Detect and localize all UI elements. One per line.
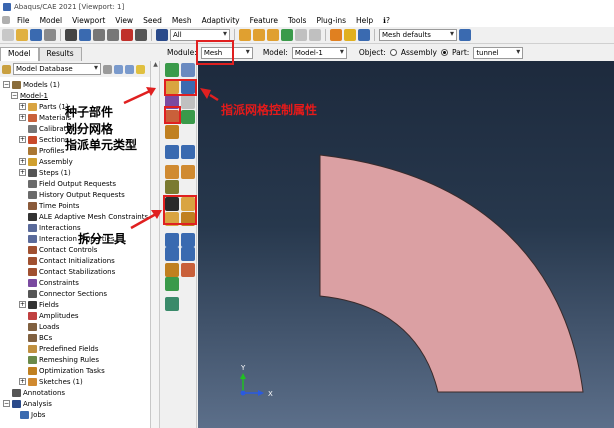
seed-part-annotation: 种子部件 [65, 105, 114, 119]
partition-arrow [130, 212, 157, 230]
seed-arrow [123, 89, 151, 105]
mesh-controls-annotation: 指派网格控制属性 [221, 103, 318, 117]
assign-element-annotation: 指派单元类型 [65, 138, 138, 152]
mesh-part-annotation: 划分网格 [65, 122, 114, 136]
annotation-arrows [123, 87, 219, 230]
mesh-controls-arrow [209, 93, 219, 102]
partition-tools-annotation: 拆分工具 [78, 232, 127, 246]
mesh-controls-arrowhead-icon [200, 88, 211, 99]
